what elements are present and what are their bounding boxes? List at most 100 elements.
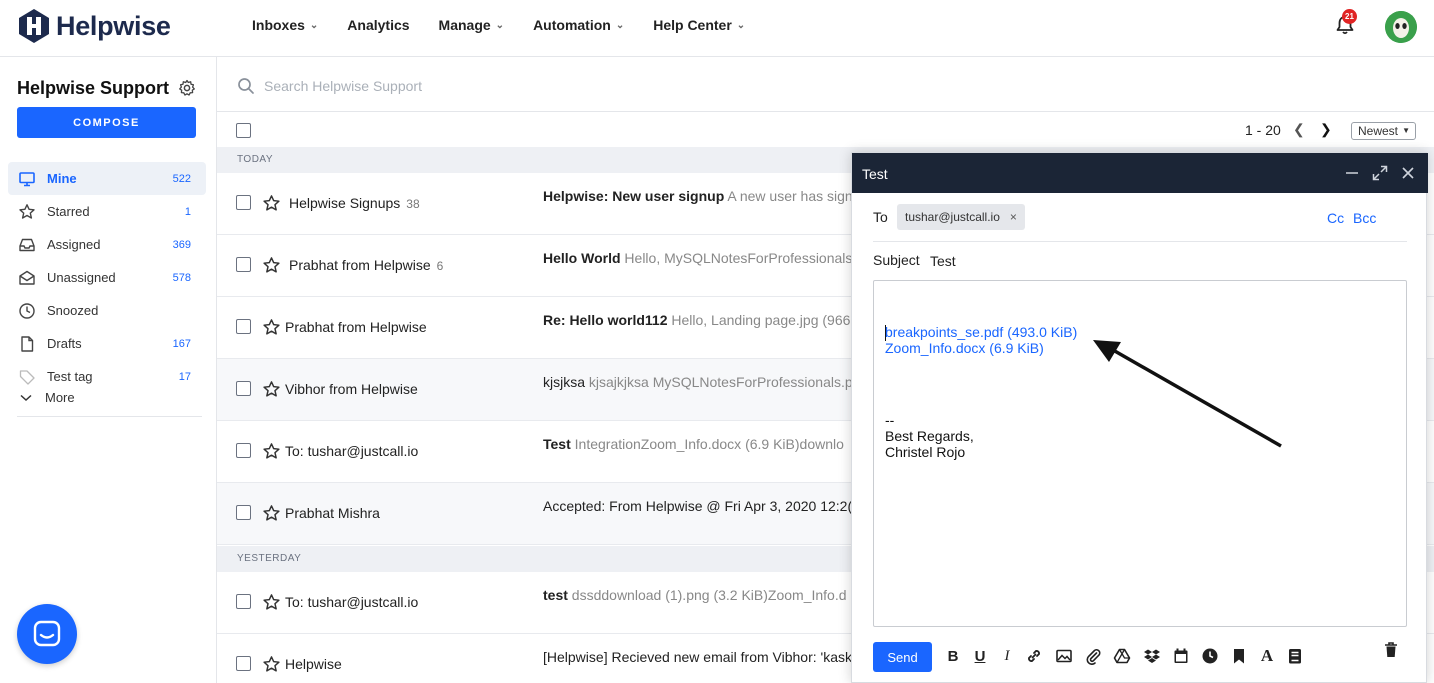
star-icon[interactable]	[262, 194, 281, 213]
row-snippet: dssddownload (1).png (3.2 KiB)Zoom_Info.…	[567, 587, 847, 603]
compose-title: Test	[862, 166, 888, 182]
row-sender: Vibhor from Helpwise	[285, 381, 418, 397]
sidebar-item-snoozed[interactable]: Snoozed	[8, 294, 206, 327]
attachment-icon[interactable]	[1084, 647, 1102, 665]
gear-icon[interactable]	[178, 79, 196, 97]
chat-widget-button[interactable]	[17, 604, 77, 664]
bold-icon[interactable]: B	[944, 647, 962, 665]
chevron-down-icon: ⌄	[495, 19, 505, 31]
nav-label: Analytics	[347, 17, 410, 33]
clock-icon	[18, 302, 36, 320]
trash-icon[interactable]	[1383, 641, 1399, 659]
sender-name: Prabhat from Helpwise	[285, 319, 427, 335]
row-checkbox[interactable]	[236, 257, 251, 272]
star-icon[interactable]	[262, 593, 281, 612]
row-preview: Test IntegrationZoom_Info.docx (6.9 KiB)…	[543, 436, 853, 452]
sidebar-item-count: 369	[172, 238, 191, 251]
close-icon[interactable]	[1399, 164, 1417, 182]
search-input[interactable]	[264, 74, 864, 98]
nav-analytics[interactable]: Analytics	[347, 17, 409, 33]
subject-label: Subject	[873, 252, 920, 268]
row-checkbox[interactable]	[236, 505, 251, 520]
sender-name: Prabhat from Helpwise	[289, 257, 431, 273]
row-checkbox[interactable]	[236, 443, 251, 458]
select-all-checkbox[interactable]	[236, 123, 251, 138]
sender-name: To: tushar@justcall.io	[285, 594, 419, 610]
star-icon	[18, 203, 36, 221]
sidebar-item-starred[interactable]: Starred 1	[8, 195, 206, 228]
sidebar-item-mine[interactable]: Mine 522	[8, 162, 206, 195]
helpwise-logo-icon	[19, 9, 49, 43]
sort-select[interactable]: Newest ▼	[1351, 122, 1416, 140]
template-icon[interactable]	[1286, 647, 1304, 665]
send-button[interactable]: Send	[873, 642, 932, 672]
message-editor[interactable]: breakpoints_se.pdf (493.0 KiB) Zoom_Info…	[873, 280, 1407, 627]
nav-inboxes[interactable]: Inboxes ⌄	[252, 17, 318, 33]
signature-line: --	[885, 412, 895, 428]
subject-input[interactable]: Test	[930, 253, 956, 269]
dropbox-icon[interactable]	[1143, 647, 1161, 665]
attachment-link[interactable]: Zoom_Info.docx (6.9 KiB)	[885, 340, 1044, 356]
nav-help-center[interactable]: Help Center ⌄	[653, 17, 745, 33]
row-sender: To: tushar@justcall.io	[285, 443, 418, 459]
row-checkbox[interactable]	[236, 195, 251, 210]
bookmark-icon[interactable]	[1230, 647, 1248, 665]
envelope-open-icon	[18, 269, 36, 287]
monitor-icon	[18, 170, 36, 188]
image-icon[interactable]	[1055, 647, 1073, 665]
row-sender: Prabhat from Helpwise 6	[289, 257, 443, 273]
row-snippet: Hello, Landing page.jpg (966.	[667, 312, 853, 328]
row-subject: kjsjksa	[543, 374, 586, 390]
font-icon[interactable]: A	[1258, 646, 1276, 665]
attachment-link[interactable]: breakpoints_se.pdf (493.0 KiB)	[885, 324, 1077, 340]
star-icon[interactable]	[262, 380, 281, 399]
chevron-down-icon: ▼	[1402, 126, 1410, 135]
row-snippet: kjsajkjksa MySQLNotesForProfessionals.p	[585, 374, 853, 390]
list-toolbar: 1 - 20 ❮ ❯ Newest ▼	[217, 113, 1434, 147]
link-icon[interactable]	[1025, 647, 1043, 665]
cc-button[interactable]: Cc	[1327, 210, 1344, 226]
sort-label: Newest	[1358, 124, 1399, 138]
tag-icon	[18, 368, 36, 386]
sidebar-item-test-tag[interactable]: Test tag 17	[8, 360, 206, 393]
calendar-icon[interactable]	[1172, 647, 1190, 665]
star-icon[interactable]	[262, 256, 281, 275]
recipient-chip[interactable]: tushar@justcall.io ×	[897, 204, 1025, 230]
google-drive-icon[interactable]	[1113, 647, 1131, 665]
remove-recipient-icon[interactable]: ×	[1010, 210, 1017, 224]
clock-icon[interactable]	[1201, 647, 1219, 665]
avatar[interactable]	[1385, 11, 1417, 43]
sender-name: Vibhor from Helpwise	[285, 381, 418, 397]
nav-label: Automation	[533, 17, 611, 33]
minimize-icon[interactable]	[1343, 164, 1361, 182]
underline-icon[interactable]: U	[971, 647, 989, 665]
sidebar-item-unassigned[interactable]: Unassigned 578	[8, 261, 206, 294]
star-icon[interactable]	[262, 504, 281, 523]
chevron-left-icon[interactable]: ❮	[1293, 121, 1305, 138]
italic-icon[interactable]: I	[998, 647, 1016, 665]
nav-manage[interactable]: Manage ⌄	[439, 17, 505, 33]
sidebar-item-assigned[interactable]: Assigned 369	[8, 228, 206, 261]
row-subject: test	[543, 587, 568, 603]
chevron-right-icon[interactable]: ❯	[1320, 121, 1332, 138]
row-sender: Helpwise	[285, 656, 342, 672]
row-snippet: Hello, MySQLNotesForProfessionals.	[620, 250, 853, 266]
nav-automation[interactable]: Automation ⌄	[533, 17, 624, 33]
bcc-button[interactable]: Bcc	[1353, 210, 1376, 226]
expand-icon[interactable]	[1371, 164, 1389, 182]
row-checkbox[interactable]	[236, 656, 251, 671]
star-icon[interactable]	[262, 655, 281, 674]
star-icon[interactable]	[262, 442, 281, 461]
sidebar-item-count: 1	[184, 205, 191, 218]
star-icon[interactable]	[262, 318, 281, 337]
row-checkbox[interactable]	[236, 319, 251, 334]
document-icon	[18, 335, 36, 353]
compose-button[interactable]: COMPOSE	[17, 107, 196, 138]
helpwise-logo[interactable]: Helpwise	[16, 8, 171, 44]
notification-badge: 21	[1342, 9, 1357, 24]
sidebar-item-drafts[interactable]: Drafts 167	[8, 327, 206, 360]
sidebar-item-count: 578	[172, 271, 191, 284]
row-checkbox[interactable]	[236, 381, 251, 396]
recipient-email: tushar@justcall.io	[905, 210, 1000, 224]
row-checkbox[interactable]	[236, 594, 251, 609]
